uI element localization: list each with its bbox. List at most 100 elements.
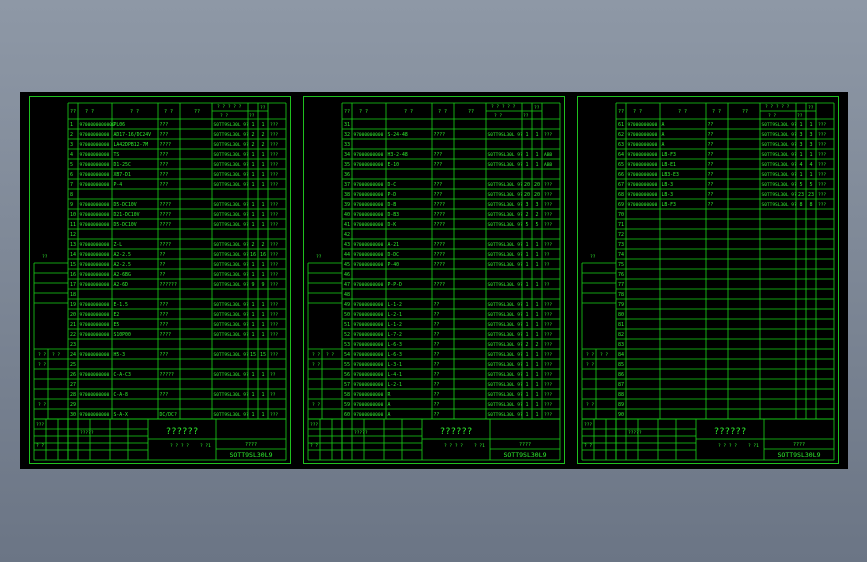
row-remark: ??? <box>544 212 552 218</box>
row-qty: 1 <box>525 312 528 318</box>
row-total: 1 <box>535 392 538 398</box>
row-qty: 5 <box>525 222 528 228</box>
row-remark: ??? <box>544 372 552 378</box>
side-label-3: ? ? <box>38 362 46 368</box>
drawing-title: ?????? <box>166 427 199 437</box>
row-code: 97000000000 <box>354 332 384 338</box>
row-name: ??? <box>160 152 169 158</box>
row-code: 97000000000 <box>80 182 110 188</box>
header-spec: ?? <box>742 109 748 115</box>
row-drawing-no: S0TT9SL30L 9? <box>762 152 798 158</box>
row-total: 1 <box>535 152 538 158</box>
row-drawing-no: S0TT9SL30L 9? <box>488 282 524 288</box>
row-qty: 1 <box>525 352 528 358</box>
row-total: 1 <box>261 202 264 208</box>
row-model: LB-F3 <box>662 202 677 208</box>
row-total: 1 <box>261 412 264 418</box>
row-number: 51 <box>344 322 350 328</box>
row-total: 1 <box>261 322 264 328</box>
row-qty: 1 <box>251 392 254 398</box>
row-number: 27 <box>70 382 76 388</box>
row-name: ??? <box>160 352 169 358</box>
row-qty: 1 <box>525 252 528 258</box>
row-qty: 1 <box>525 162 528 168</box>
row-model: D-DC <box>388 252 400 258</box>
row-remark: ??? <box>544 412 552 418</box>
bom-sheet-2: ??? ?? ?? ???? ? ? ? ?? ????? 31 32 9700000… <box>303 96 565 464</box>
row-name: ??? <box>160 302 169 308</box>
row-qty: 1 <box>251 322 254 328</box>
row-code: 97000000000 <box>354 342 384 348</box>
row-name: DC/DC? <box>160 412 177 418</box>
row-drawing-no: S0TT9SL30L 9? <box>488 222 524 228</box>
row-total: 1 <box>535 362 538 368</box>
row-number: 2 <box>70 132 73 138</box>
row-name: ???? <box>434 252 446 258</box>
row-number: 88 <box>618 392 624 398</box>
row-qty: 20 <box>524 192 530 198</box>
row-drawing-no: S0TT9SL30L 9? <box>488 252 524 258</box>
row-total: 1 <box>261 222 264 228</box>
row-remark: ??? <box>270 252 278 258</box>
row-code: 97000000000 <box>354 412 384 418</box>
row-name: ?? <box>708 152 714 158</box>
row-qty: 1 <box>251 152 254 158</box>
row-total: 1 <box>261 262 264 268</box>
row-model: P-D <box>388 192 397 198</box>
row-remark: ??? <box>270 172 278 178</box>
row-number: 35 <box>344 162 350 168</box>
row-drawing-no: S0TT9SL30L 9? <box>214 252 250 258</box>
row-qty: 1 <box>251 372 254 378</box>
row-qty: 1 <box>525 242 528 248</box>
row-number: 25 <box>70 362 76 368</box>
row-number: 46 <box>344 272 350 278</box>
row-drawing-no: S0TT9SL30L 9? <box>214 352 250 358</box>
row-model: PL06 <box>114 122 126 128</box>
row-remark: ??? <box>270 262 278 268</box>
row-remark: ??? <box>270 132 278 138</box>
row-name: ??? <box>434 162 443 168</box>
row-qty: 1 <box>525 332 528 338</box>
row-name: ?? <box>434 382 440 388</box>
row-number: 62 <box>618 132 624 138</box>
row-qty: 4 <box>799 162 802 168</box>
row-model: P-P-D <box>388 282 403 288</box>
row-total: 1 <box>261 392 264 398</box>
row-total: 16 <box>260 252 266 258</box>
row-total: 20 <box>534 182 540 188</box>
header-model: ? ? <box>130 109 139 115</box>
titleblock-sub-a: ? ? ? ? <box>170 443 189 449</box>
titleblock-sub-b: ? ?1 <box>748 443 759 449</box>
row-qty: 2 <box>251 242 254 248</box>
row-number: 54 <box>344 352 350 358</box>
row-model: LB-F3 <box>662 152 677 158</box>
row-number: 56 <box>344 372 350 378</box>
row-model: D21-DC10V <box>114 212 140 218</box>
row-qty: 1 <box>799 172 802 178</box>
row-drawing-no: S0TT9SL30L 9? <box>214 132 250 138</box>
row-code: 97000000000 <box>80 412 110 418</box>
row-total: 1 <box>261 162 264 168</box>
row-remark: ??? <box>818 162 826 168</box>
row-number: 5 <box>70 162 73 168</box>
row-code: 97000000000 <box>354 352 384 358</box>
row-qty: 1 <box>525 132 528 138</box>
row-total: 8 <box>809 202 812 208</box>
row-drawing-no: S0TT9SL30L 9? <box>488 412 524 418</box>
row-code: 97000000000 <box>80 392 110 398</box>
row-qty: 1 <box>525 392 528 398</box>
row-drawing-no: S0TT9SL30L 9? <box>488 332 524 338</box>
row-number: 15 <box>70 262 76 268</box>
cad-viewport[interactable]: ??? ?? ?? ???? ? ? ? ?? ????? 1 9700000000… <box>20 92 848 469</box>
row-code: 97000000000 <box>80 372 110 378</box>
row-name: ???? <box>434 212 446 218</box>
row-name: ??? <box>434 182 443 188</box>
row-code: 97000000000 <box>80 282 110 288</box>
side-label-4: ? ? <box>38 402 46 408</box>
row-model: A2-2.5 <box>114 252 131 258</box>
side-label-2: ? ? <box>52 352 60 358</box>
row-drawing-no: S0TT9SL30L 9? <box>488 192 524 198</box>
titleblock-label-1: ??? <box>36 422 44 428</box>
row-remark: ??? <box>818 182 826 188</box>
row-drawing-no: S0TT9SL30L 9? <box>488 202 524 208</box>
